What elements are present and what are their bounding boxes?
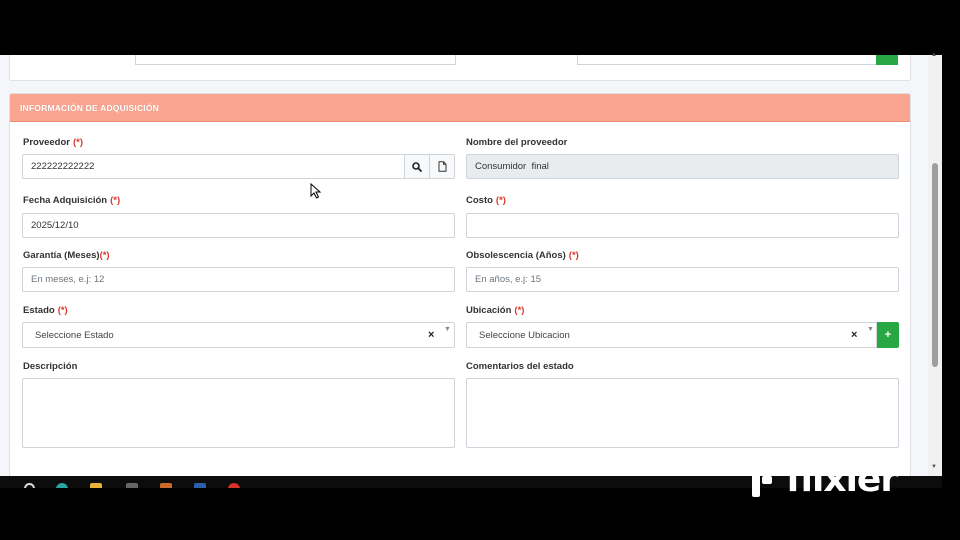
mouse-cursor-icon — [310, 183, 322, 199]
file-icon — [438, 161, 446, 172]
previous-input-left[interactable] — [135, 55, 456, 65]
previous-input-right[interactable] — [577, 55, 878, 65]
required-mark: (*) — [73, 137, 84, 148]
obsolescencia-input[interactable]: En años, e.j: 15 — [466, 267, 899, 292]
search-icon — [412, 161, 422, 172]
section-header: INFORMACIÓN DE ADQUISICIÓN — [10, 94, 910, 122]
garantia-input[interactable]: En meses, e.j: 12 — [22, 267, 455, 292]
garantia-label: Garantía (Meses)(*) — [23, 250, 110, 261]
proveedor-label: Proveedor (*) — [23, 137, 84, 148]
obsolescencia-label: Obsolescencia (Años) (*) — [466, 250, 579, 261]
required-mark: (*) — [514, 305, 525, 316]
scroll-thumb[interactable] — [932, 163, 938, 367]
estado-label: Estado (*) — [23, 305, 68, 316]
flixier-watermark: flixier — [752, 459, 898, 500]
dropdown-arrow-icon[interactable]: ▼ — [444, 326, 451, 333]
scroll-up-icon[interactable]: ▲ — [931, 52, 937, 58]
nombre-proveedor-label: Nombre del proveedor — [466, 137, 568, 148]
clear-selection-icon[interactable]: × — [428, 329, 434, 341]
new-provider-button[interactable] — [430, 154, 455, 179]
folder-icon[interactable] — [90, 483, 102, 488]
search-icon[interactable] — [24, 483, 35, 488]
proveedor-input[interactable]: 222222222222 — [22, 154, 405, 179]
previous-add-button[interactable] — [876, 55, 898, 65]
estado-select[interactable]: Seleccione Estado × ▼ — [22, 322, 455, 348]
acquisition-info-card: INFORMACIÓN DE ADQUISICIÓN Proveedor (*) … — [9, 93, 911, 476]
add-location-button[interactable]: + — [877, 322, 899, 348]
required-mark: (*) — [110, 195, 121, 206]
required-mark: (*) — [99, 250, 110, 261]
ubicacion-select[interactable]: Seleccione Ubicacion × ▼ — [466, 322, 877, 348]
previous-section-card — [9, 55, 911, 81]
page-scrollbar[interactable]: ▲ ▼ — [928, 52, 942, 476]
app-icon[interactable] — [194, 483, 206, 488]
descripcion-label: Descripción — [23, 361, 78, 372]
fecha-adquisicion-label: Fecha Adquisición (*) — [23, 195, 121, 206]
nombre-proveedor-input: Consumidor final — [466, 154, 899, 179]
fecha-adquisicion-input[interactable]: 2025/12/10 — [22, 213, 455, 238]
clear-selection-icon[interactable]: × — [851, 329, 857, 341]
section-title: INFORMACIÓN DE ADQUISICIÓN — [20, 102, 159, 113]
search-provider-button[interactable] — [405, 154, 430, 179]
dropdown-arrow-icon[interactable]: ▼ — [867, 326, 874, 333]
required-mark: (*) — [57, 305, 68, 316]
plus-icon: + — [884, 329, 892, 341]
descripcion-textarea[interactable] — [22, 378, 455, 448]
comentarios-label: Comentarios del estado — [466, 361, 574, 372]
watermark-text: flixier — [786, 459, 898, 500]
app-icon[interactable] — [160, 483, 172, 488]
app-icon[interactable] — [228, 483, 240, 488]
ubicacion-label: Ubicación (*) — [466, 305, 525, 316]
required-mark: (*) — [495, 195, 506, 206]
scroll-down-icon[interactable]: ▼ — [931, 464, 937, 470]
app-icon[interactable] — [126, 483, 138, 488]
required-mark: (*) — [568, 250, 579, 261]
flixier-logo-icon — [752, 463, 776, 497]
comentarios-textarea[interactable] — [466, 378, 899, 448]
browser-viewport: INFORMACIÓN DE ADQUISICIÓN Proveedor (*) … — [0, 55, 942, 476]
costo-label: Costo (*) — [466, 195, 506, 206]
browser-icon[interactable] — [56, 483, 68, 488]
costo-input[interactable] — [466, 213, 899, 238]
